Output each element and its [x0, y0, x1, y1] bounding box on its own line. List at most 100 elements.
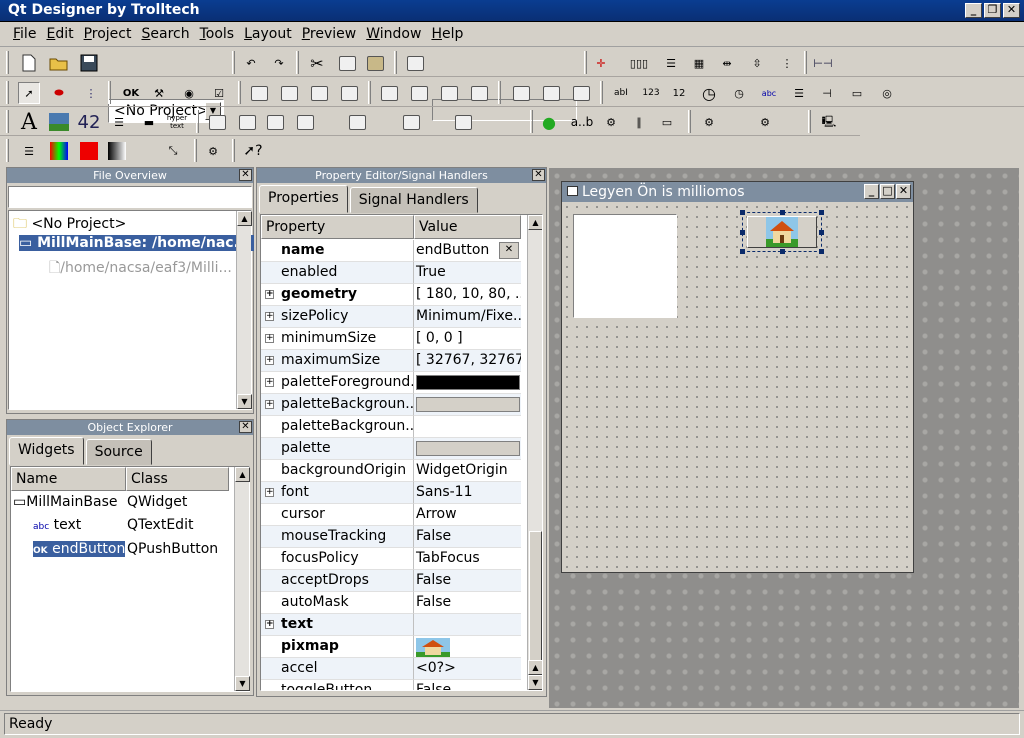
property-scrollbar[interactable]: ▲ ▲ ▼	[527, 215, 542, 690]
layout-horizontal-icon[interactable]: ▯▯▯	[628, 52, 650, 74]
scrollbar-icon[interactable]: ▭	[846, 82, 868, 104]
property-row[interactable]: enabled True	[261, 262, 521, 284]
expand-plus-icon[interactable]: +	[265, 400, 274, 409]
computer-icon[interactable]: 🖳	[818, 111, 840, 133]
undo-icon[interactable]: ↶	[240, 52, 262, 74]
property-value[interactable]: [ 180, 10, 80, ...	[414, 284, 521, 306]
expand-plus-icon[interactable]: +	[265, 356, 274, 365]
frame-icon[interactable]	[308, 82, 330, 104]
expand-plus-icon[interactable]: +	[265, 620, 274, 629]
expand-plus-icon[interactable]: +	[265, 488, 274, 497]
menu-project[interactable]: Project	[79, 26, 137, 42]
layout-vertical-icon[interactable]: ☰	[660, 52, 682, 74]
dateedit-icon[interactable]	[570, 82, 592, 104]
custom-widget-1-icon[interactable]	[206, 111, 228, 133]
menu-file[interactable]: File	[8, 26, 41, 42]
clock-icon[interactable]: ◷	[698, 82, 720, 104]
property-row[interactable]: + minimumSize [ 0, 0 ]	[261, 328, 521, 350]
gradient-icon[interactable]	[106, 140, 128, 162]
expand-plus-icon[interactable]: +	[265, 334, 274, 343]
property-value[interactable]: Minimum/Fixe...	[414, 306, 521, 328]
tree-item-mainbase[interactable]: ▭ MillMainBase: /home/nac...	[19, 235, 254, 251]
property-value[interactable]: False	[414, 570, 521, 592]
property-grid[interactable]: Property Value name endButton ✕ enabled True…	[260, 214, 543, 691]
widget-gear-icon[interactable]: ⚙	[698, 111, 720, 133]
property-row[interactable]: accel <0?>	[261, 658, 521, 680]
property-row[interactable]: mouseTracking False	[261, 526, 521, 548]
property-row[interactable]: paletteBackgroun...	[261, 416, 521, 438]
groupbox-icon[interactable]	[248, 82, 270, 104]
object-row-endbutton[interactable]: OK endButton	[33, 541, 125, 557]
listbox-icon[interactable]	[378, 82, 400, 104]
scroll-up-icon[interactable]: ▲	[235, 467, 250, 482]
custom-widget-2-icon[interactable]	[236, 111, 258, 133]
find-icon[interactable]	[404, 52, 426, 74]
property-value[interactable]: [ 32767, 32767 ]	[414, 350, 521, 372]
menu-layout[interactable]: Layout	[239, 26, 297, 42]
break-layout-icon[interactable]: ⋮	[776, 52, 798, 74]
property-row[interactable]: focusPolicy TabFocus	[261, 548, 521, 570]
save-icon[interactable]	[78, 52, 100, 74]
toolbutton-icon[interactable]: ⚒	[148, 82, 170, 104]
tab-signal-handlers[interactable]: Signal Handlers	[349, 187, 478, 213]
paste-icon[interactable]	[364, 52, 386, 74]
iconview-icon[interactable]	[438, 82, 460, 104]
scroll-down-icon[interactable]: ▼	[528, 675, 542, 690]
dial-icon[interactable]: ◎	[876, 82, 898, 104]
line-edit-abc-icon[interactable]: abI	[610, 82, 632, 104]
property-value[interactable]	[414, 416, 521, 438]
property-value[interactable]	[414, 614, 521, 636]
progressbar-icon[interactable]: ▬	[138, 111, 160, 133]
scroll-up-icon[interactable]: ▲	[237, 211, 252, 226]
property-row[interactable]: name endButton ✕	[261, 240, 521, 262]
custom-widget-3-icon[interactable]	[264, 111, 286, 133]
ruler-icon[interactable]: ▭	[656, 111, 678, 133]
column-header-value[interactable]: Value	[414, 215, 521, 239]
tab-widgets[interactable]: Widgets	[9, 437, 84, 465]
property-row[interactable]: + geometry [ 180, 10, 80, ...	[261, 284, 521, 306]
led-icon[interactable]: ●	[538, 111, 560, 133]
textbrowser-icon[interactable]: hyper text	[166, 111, 188, 133]
custom-widget-4-icon[interactable]	[294, 111, 316, 133]
object-row-text[interactable]: abc text	[33, 517, 81, 533]
calendar-icon[interactable]: 12	[668, 82, 690, 104]
property-value[interactable]: Arrow	[414, 504, 521, 526]
textedit-icon[interactable]: abc	[758, 82, 780, 104]
menu-search[interactable]: Search	[136, 26, 194, 42]
line-icon[interactable]: ☰	[108, 111, 130, 133]
column-header-property[interactable]: Property	[261, 215, 414, 239]
listview-icon[interactable]	[408, 82, 430, 104]
custom-widget-7-icon[interactable]	[452, 111, 474, 133]
custom-widget-5-icon[interactable]	[346, 111, 368, 133]
ok-dialog-icon[interactable]: ⚙	[202, 140, 224, 162]
property-row[interactable]: + sizePolicy Minimum/Fixe...	[261, 306, 521, 328]
form-end-button-selection[interactable]	[740, 210, 824, 254]
tree-item-file[interactable]: 🗋/home/nacsa/eaf3/Milli...	[49, 257, 232, 281]
layout-v-splitter-icon[interactable]: ⇳	[746, 52, 768, 74]
menu-tools[interactable]: Tools	[195, 26, 240, 42]
property-row[interactable]: + text	[261, 614, 521, 636]
layout-h-splitter-icon[interactable]: ⇹	[716, 52, 738, 74]
label-icon[interactable]: A	[18, 110, 40, 135]
combobox-icon[interactable]: ☰	[788, 82, 810, 104]
maximize-button[interactable]: ❐	[984, 3, 1001, 18]
table-icon[interactable]	[468, 82, 490, 104]
datetime-icon[interactable]: ◷	[728, 82, 750, 104]
spacer-icon[interactable]: ⊢⊣	[812, 52, 834, 74]
property-value[interactable]: False	[414, 680, 521, 690]
scroll-down-icon[interactable]: ▼	[235, 676, 250, 691]
object-tree[interactable]: Name Class ▭MillMainBase QWidget abc tex…	[10, 466, 250, 692]
maximize-button[interactable]: □	[880, 184, 895, 199]
property-value[interactable]	[414, 372, 521, 394]
property-value[interactable]: True	[414, 262, 521, 284]
slash-icon[interactable]: ∥	[628, 111, 650, 133]
property-value[interactable]: WidgetOrigin	[414, 460, 521, 482]
close-icon[interactable]: ✕	[532, 169, 545, 181]
resize-icon[interactable]: ⤡	[162, 140, 184, 162]
tab-order-icon[interactable]: ⋮	[80, 82, 102, 104]
pointer-icon[interactable]: ➚	[18, 82, 40, 104]
close-button[interactable]: ✕	[1003, 3, 1020, 18]
pixmaplabel-icon[interactable]	[48, 111, 70, 133]
radiobutton-icon[interactable]: ◉	[178, 82, 200, 104]
object-row-mainbase[interactable]: ▭MillMainBase	[13, 494, 118, 510]
